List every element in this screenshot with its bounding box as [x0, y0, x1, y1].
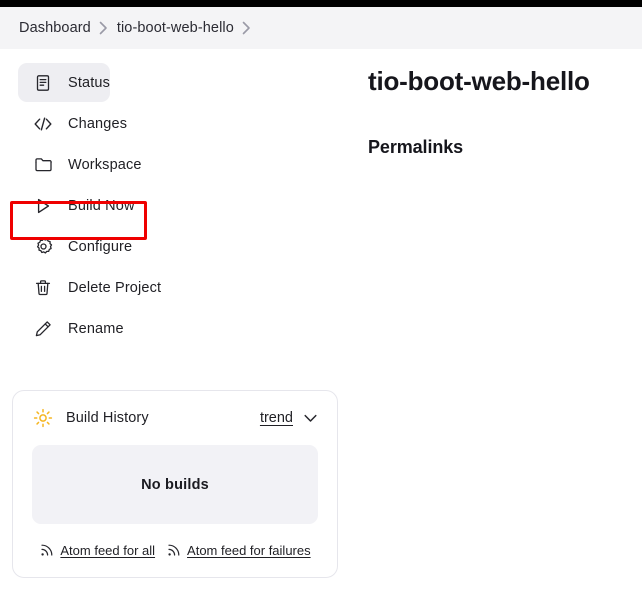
sidebar-item-label-workspace: Workspace — [68, 157, 142, 173]
atom-feed-failures-link[interactable]: Atom feed for failures — [166, 543, 311, 558]
sidebar-item-configure[interactable]: Configure — [18, 227, 132, 266]
sidebar-item-changes[interactable]: Changes — [18, 104, 127, 143]
sidebar-row-delete-project: Delete Project — [0, 267, 352, 308]
trash-icon — [32, 277, 54, 299]
build-history-header: Build History trend — [32, 391, 318, 445]
sidebar-item-rename[interactable]: Rename — [18, 309, 124, 348]
play-icon — [32, 195, 54, 217]
sidebar-item-label-status: Status — [68, 75, 110, 91]
sidebar-item-status[interactable]: Status — [18, 63, 110, 102]
atom-feed-failures-label: Atom feed for failures — [187, 543, 311, 558]
sidebar-item-delete-project[interactable]: Delete Project — [18, 268, 161, 307]
rss-icon — [39, 543, 54, 558]
chevron-right-icon-2[interactable] — [234, 19, 260, 37]
sidebar-row-rename: Rename — [0, 308, 352, 349]
chevron-down-icon[interactable] — [302, 410, 318, 426]
sidebar-item-workspace[interactable]: Workspace — [18, 145, 142, 184]
atom-feed-all-label: Atom feed for all — [60, 543, 155, 558]
sidebar-row-build-now: Build Now — [0, 185, 352, 226]
sidebar-row-changes: Changes — [0, 103, 352, 144]
chevron-right-icon — [91, 19, 117, 37]
top-black-bar — [0, 0, 642, 7]
sidebar-row-workspace: Workspace — [0, 144, 352, 185]
pencil-icon — [32, 318, 54, 340]
document-icon — [32, 72, 54, 94]
sidebar-row-configure: Configure — [0, 226, 352, 267]
build-history-feeds: Atom feed for all Atom feed for failures — [32, 524, 318, 576]
page-title: tio-boot-web-hello — [368, 62, 642, 100]
build-history-card: Build History trend No builds — [12, 390, 338, 578]
breadcrumb-item-dashboard[interactable]: Dashboard — [19, 20, 91, 36]
sun-icon — [32, 407, 54, 429]
main-content: tio-boot-web-hello Permalinks — [368, 62, 642, 160]
sidebar-row-status: Status — [0, 62, 352, 103]
breadcrumb-item-project[interactable]: tio-boot-web-hello — [117, 20, 234, 36]
sidebar-item-label-delete-project: Delete Project — [68, 280, 161, 296]
sidebar-item-label-rename: Rename — [68, 321, 124, 337]
sidebar-item-build-now[interactable]: Build Now — [18, 186, 135, 225]
no-builds-text: No builds — [141, 477, 209, 493]
breadcrumb: Dashboard tio-boot-web-hello — [0, 7, 642, 49]
code-icon — [32, 113, 54, 135]
folder-icon — [32, 154, 54, 176]
atom-feed-all-link[interactable]: Atom feed for all — [39, 543, 155, 558]
gear-icon — [32, 236, 54, 258]
build-history-trend-control[interactable]: trend — [260, 410, 318, 426]
jenkins-project-page: Dashboard tio-boot-web-hello Status — [0, 0, 642, 611]
sidebar: Status Changes — [0, 62, 352, 349]
build-history-title: Build History — [66, 410, 149, 426]
sidebar-item-label-changes: Changes — [68, 116, 127, 132]
rss-icon-2 — [166, 543, 181, 558]
trend-link[interactable]: trend — [260, 410, 293, 426]
permalinks-heading: Permalinks — [368, 134, 642, 160]
sidebar-item-label-build-now: Build Now — [68, 198, 135, 214]
sidebar-item-label-configure: Configure — [68, 239, 132, 255]
build-history-empty-state: No builds — [32, 445, 318, 524]
